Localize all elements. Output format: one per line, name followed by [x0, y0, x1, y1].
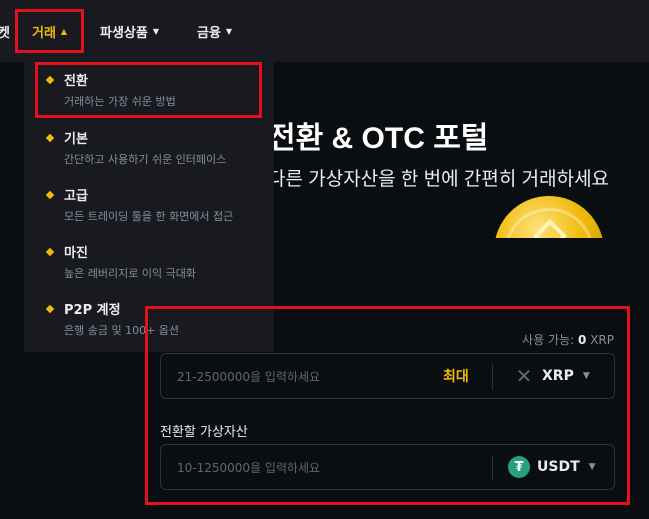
available-label: 사용 가능: [522, 333, 575, 347]
from-asset-select[interactable]: ✕ XRP ▼ [513, 364, 590, 388]
chevron-down-icon: ▼ [588, 462, 596, 472]
nav-item-market-fragment[interactable]: 켓 [0, 0, 10, 62]
to-amount-field[interactable]: 10-1250000을 입력하세요 ₮ USDT ▼ [160, 444, 615, 490]
menu-item-title: 고급 [64, 189, 88, 204]
nav-item-derivatives[interactable]: 파생상품 ▼ [100, 0, 159, 62]
diamond-bullet-icon [45, 133, 55, 143]
diamond-bullet-icon [45, 304, 55, 314]
to-asset-label-value: USDT [537, 459, 580, 475]
from-asset-label: XRP [542, 368, 574, 384]
menu-item-subtitle: 높은 레버리지로 이익 극대화 [64, 267, 196, 280]
field-divider [492, 364, 493, 390]
menu-item-title: 기본 [64, 132, 88, 147]
chevron-down-icon: ▼ [582, 371, 590, 381]
available-value: 0 [578, 333, 587, 347]
menu-item-title: 마진 [64, 246, 88, 261]
menu-item-p2p[interactable]: P2P 계정 은행 송금 및 100+ 옵션 [24, 291, 274, 348]
diamond-bullet-icon [45, 75, 55, 85]
nav-item-label: 거래 [32, 25, 56, 41]
menu-item-subtitle: 간단하고 사용하기 쉬운 인터페이스 [64, 153, 227, 166]
caret-down-icon: ▼ [152, 26, 159, 36]
diamond-bullet-icon [45, 190, 55, 200]
menu-item-subtitle: 은행 송금 및 100+ 옵션 [64, 324, 180, 337]
trade-dropdown-menu: 전환 거래하는 가장 쉬운 방법 기본 간단하고 사용하기 쉬운 인터페이스 고… [24, 62, 274, 352]
caret-down-icon: ▼ [225, 26, 233, 36]
menu-item-convert[interactable]: 전환 거래하는 가장 쉬운 방법 [24, 62, 274, 119]
top-navbar: 켓 거래 ▲ 파생상품 ▼ 금융 ▼ [0, 0, 649, 62]
diamond-bullet-icon [45, 247, 55, 257]
nav-item-label: 파생상품 [100, 25, 148, 41]
menu-item-margin[interactable]: 마진 높은 레버리지로 이익 극대화 [24, 234, 274, 291]
xrp-icon: ✕ [515, 364, 533, 388]
menu-item-title: P2P 계정 [64, 303, 121, 318]
nav-item-trade[interactable]: 거래 ▲ [32, 0, 67, 62]
menu-item-subtitle: 거래하는 가장 쉬운 방법 [64, 95, 176, 108]
available-balance: 사용 가능: 0 XRP [522, 331, 614, 348]
usdt-icon: ₮ [508, 456, 530, 478]
nav-item-finance[interactable]: 금융 ▼ [197, 0, 232, 62]
to-asset-label: 전환할 가상자산 [160, 425, 248, 440]
field-divider [492, 455, 493, 481]
menu-item-classic[interactable]: 기본 간단하고 사용하기 쉬운 인터페이스 [24, 120, 274, 177]
nav-item-label: 금융 [197, 25, 221, 41]
to-asset-select[interactable]: ₮ USDT ▼ [508, 456, 596, 478]
hero-subtitle: 다른 가상자산을 한 번에 간편히 거래하세요 [268, 169, 610, 190]
to-amount-input[interactable]: 10-1250000을 입력하세요 [177, 459, 320, 476]
max-button[interactable]: 최대 [443, 366, 469, 386]
hero-title: 전환 & OTC 포털 [268, 122, 489, 155]
from-amount-field[interactable]: 21-2500000을 입력하세요 최대 ✕ XRP ▼ [160, 353, 615, 399]
menu-item-advanced[interactable]: 고급 모든 트레이딩 툴을 한 화면에서 접근 [24, 177, 274, 234]
caret-up-icon: ▲ [60, 26, 68, 36]
from-amount-input[interactable]: 21-2500000을 입력하세요 [177, 368, 320, 385]
available-unit: XRP [590, 333, 614, 347]
menu-item-subtitle: 모든 트레이딩 툴을 한 화면에서 접근 [64, 210, 234, 223]
menu-item-title: 전환 [64, 74, 88, 89]
